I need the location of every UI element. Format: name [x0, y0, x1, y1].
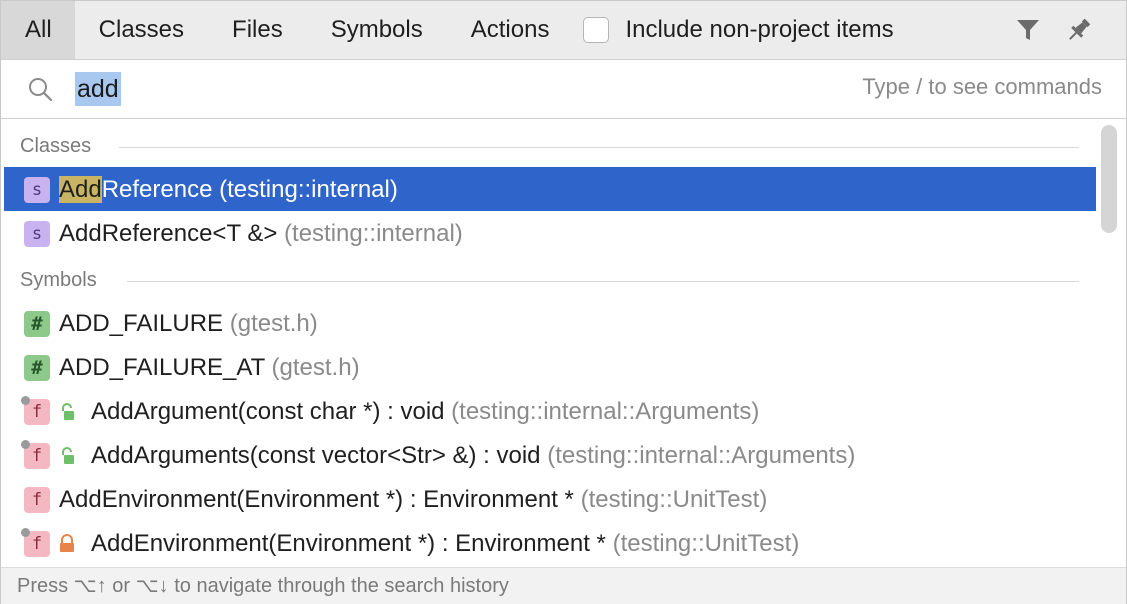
tab-bar: All Classes Files Symbols Actions Includ… [1, 1, 1126, 60]
footer-hint: Press ⌥↑ or ⌥↓ to navigate through the s… [17, 575, 509, 597]
results-list: Classes s AddReference (testing::interna… [1, 119, 1096, 567]
macro-icon: # [24, 355, 50, 381]
tab-classes[interactable]: Classes [75, 1, 208, 59]
search-hint: Type / to see commands [862, 74, 1102, 99]
result-label: AddReference<T &> (testing::internal) [59, 220, 463, 247]
include-non-project-label: Include non-project items [625, 16, 894, 43]
tab-files[interactable]: Files [208, 1, 307, 59]
section-header-symbols: Symbols [1, 257, 1096, 301]
pin-icon[interactable] [1064, 15, 1094, 45]
struct-icon: s [24, 177, 50, 203]
search-everywhere-popup: All Classes Files Symbols Actions Includ… [0, 0, 1127, 604]
result-label: ADD_FAILURE (gtest.h) [59, 310, 318, 337]
tab-all[interactable]: All [1, 1, 75, 59]
status-footer: Press ⌥↑ or ⌥↓ to navigate through the s… [1, 567, 1126, 604]
macro-icon: # [24, 311, 50, 337]
function-icon: f [21, 528, 50, 557]
result-row[interactable]: # ADD_FAILURE_AT (gtest.h) [4, 345, 1096, 389]
filter-icon[interactable] [1013, 15, 1043, 45]
result-label: AddEnvironment(Environment *) : Environm… [59, 486, 768, 513]
result-label: AddReference (testing::internal) [59, 176, 398, 203]
section-label: Symbols [20, 269, 97, 291]
search-input[interactable]: add [75, 72, 121, 106]
scrollbar-thumb[interactable] [1101, 125, 1117, 233]
result-row[interactable]: s AddReference (testing::internal) [4, 167, 1096, 211]
section-divider [127, 281, 1079, 282]
function-icon: f [21, 440, 50, 469]
tab-actions[interactable]: Actions [447, 1, 574, 59]
private-lock-icon [60, 534, 74, 552]
search-row: add Type / to see commands [1, 60, 1126, 119]
result-row[interactable]: f AddEnvironment(Environment *) : Enviro… [4, 521, 1096, 565]
section-divider [119, 147, 1079, 148]
section-label: Classes [20, 135, 92, 157]
function-icon: f [24, 487, 50, 513]
result-label: AddArgument(const char *) : void (testin… [91, 398, 760, 425]
result-label: AddEnvironment(Environment *) : Environm… [91, 530, 800, 557]
result-row[interactable]: s AddReference<T &> (testing::internal) [4, 211, 1096, 255]
tab-symbols[interactable]: Symbols [307, 1, 447, 59]
function-icon: f [21, 396, 50, 425]
search-icon [29, 78, 53, 102]
result-row[interactable]: # ADD_FAILURE (gtest.h) [4, 301, 1096, 345]
protected-lock-icon [62, 403, 74, 420]
section-header-classes: Classes [1, 123, 1096, 167]
result-label: AddArguments(const vector<Str> &) : void… [91, 442, 856, 469]
result-row[interactable]: f AddArguments(const vector<Str> &) : vo… [4, 433, 1096, 477]
result-row[interactable]: f AddArgument(const char *) : void (test… [4, 389, 1096, 433]
protected-lock-icon [62, 447, 74, 464]
result-label: ADD_FAILURE_AT (gtest.h) [59, 354, 360, 381]
result-row[interactable]: f AddEnvironment(Environment *) : Enviro… [4, 477, 1096, 521]
include-non-project-toggle[interactable]: Include non-project items [583, 16, 894, 44]
include-non-project-checkbox[interactable] [583, 17, 610, 43]
struct-icon: s [24, 221, 50, 247]
